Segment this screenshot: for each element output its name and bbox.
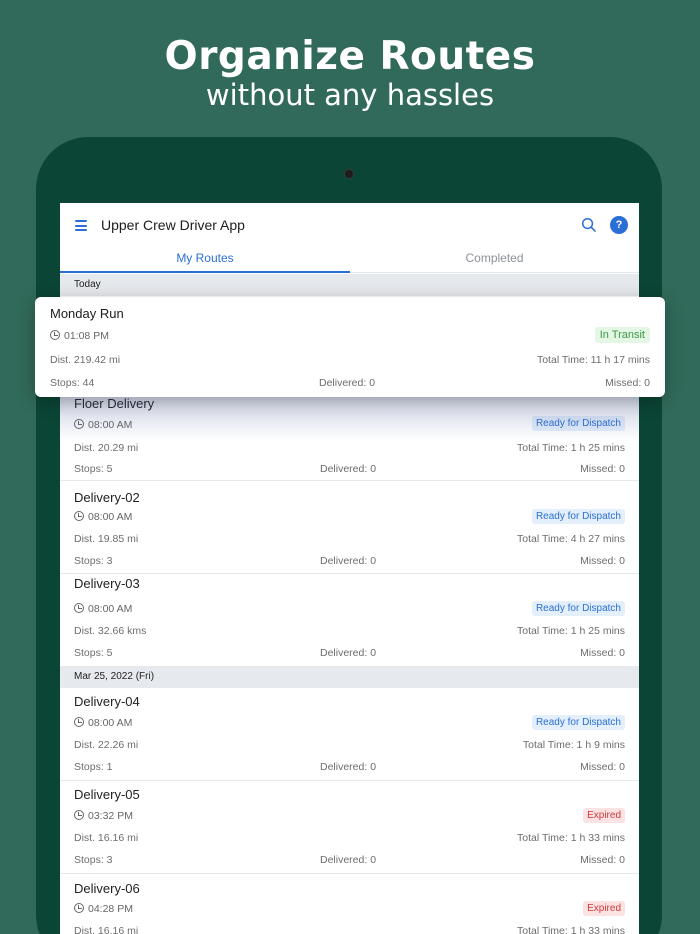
route-stops: Stops: 5: [74, 463, 113, 475]
hero-title: Organize Routes: [164, 34, 536, 79]
route-missed: Missed: 0: [580, 463, 625, 475]
route-distance: Dist. 16.16 mi: [74, 832, 139, 844]
route-card[interactable]: Delivery-02 08:00 AM Ready for Dispatch …: [60, 482, 639, 574]
route-stops: Stops: 3: [74, 555, 113, 567]
camera-icon: [344, 169, 354, 179]
route-delivered: Delivered: 0: [320, 761, 377, 773]
status-badge: Ready for Dispatch: [531, 715, 625, 730]
section-header-today: Today: [60, 274, 639, 296]
clock-icon: [74, 810, 84, 820]
active-tab-indicator: [60, 271, 350, 273]
route-distance: Dist. 32.66 kms: [74, 625, 147, 637]
status-badge: Expired: [583, 901, 625, 916]
route-name: Floer Delivery: [74, 396, 155, 411]
route-card[interactable]: Delivery-05 03:32 PM Expired Dist. 16.16…: [60, 781, 639, 874]
route-card[interactable]: Floer Delivery 08:00 AM Ready for Dispat…: [60, 391, 639, 481]
route-stops: Stops: 5: [74, 647, 113, 659]
route-name: Delivery-06: [74, 881, 140, 896]
route-stops: Stops: 3: [74, 854, 113, 866]
route-delivered: Delivered: 0: [320, 647, 377, 659]
status-badge: Ready for Dispatch: [531, 416, 625, 431]
search-icon[interactable]: [581, 217, 596, 232]
route-time: 01:08 PM: [50, 330, 109, 342]
tab-my-routes[interactable]: My Routes: [60, 251, 350, 265]
route-total-time: Total Time: 1 h 25 mins: [517, 625, 625, 637]
route-delivered: Delivered: 0: [320, 555, 377, 567]
route-distance: Dist. 22.26 mi: [74, 739, 139, 751]
route-total-time: Total Time: 4 h 27 mins: [517, 533, 625, 545]
route-total-time: Total Time: 11 h 17 mins: [536, 354, 650, 366]
clock-icon: [74, 511, 84, 521]
route-total-time: Total Time: 1 h 33 mins: [517, 925, 625, 934]
route-time: 08:00 AM: [74, 717, 132, 729]
route-name: Delivery-05: [74, 787, 140, 802]
app-title: Upper Crew Driver App: [101, 217, 245, 233]
route-distance: Dist. 20.29 mi: [74, 442, 139, 454]
route-time: 08:00 AM: [74, 419, 132, 431]
route-time: 08:00 AM: [74, 603, 132, 615]
route-name: Delivery-04: [74, 694, 140, 709]
route-delivered: Delivered: 0: [320, 854, 377, 866]
route-missed: Missed: 0: [580, 761, 625, 773]
help-icon[interactable]: ?: [610, 216, 628, 234]
status-badge: Ready for Dispatch: [531, 509, 625, 524]
route-card[interactable]: Delivery-03 08:00 AM Ready for Dispatch …: [60, 574, 639, 666]
route-total-time: Total Time: 1 h 33 mins: [517, 832, 625, 844]
route-time: 04:28 PM: [74, 903, 133, 915]
status-badge: Ready for Dispatch: [531, 601, 625, 616]
clock-icon: [74, 903, 84, 913]
route-missed: Missed: 0: [580, 854, 625, 866]
route-stops: Stops: 44: [50, 377, 95, 389]
route-distance: Dist. 219.42 mi: [50, 354, 121, 366]
highlighted-route-card[interactable]: Monday Run 01:08 PM In Transit Dist. 219…: [35, 297, 665, 397]
route-total-time: Total Time: 1 h 9 mins: [522, 739, 625, 751]
route-delivered: Delivered: 0: [320, 463, 377, 475]
route-distance: Dist. 16.16 mi: [74, 925, 139, 934]
tab-bar: My Routes Completed: [60, 247, 639, 273]
section-header-date: Mar 25, 2022 (Fri): [60, 666, 639, 688]
route-stops: Stops: 1: [74, 761, 113, 773]
route-card[interactable]: Delivery-04 08:00 AM Ready for Dispatch …: [60, 688, 639, 781]
app-bar: Upper Crew Driver App ?: [60, 203, 639, 247]
route-name: Monday Run: [50, 306, 124, 321]
route-total-time: Total Time: 1 h 25 mins: [517, 442, 625, 454]
route-name: Delivery-02: [74, 490, 140, 505]
route-distance: Dist. 19.85 mi: [74, 533, 139, 545]
route-missed: Missed: 0: [580, 555, 625, 567]
route-name: Delivery-03: [74, 576, 140, 591]
route-missed: Missed: 0: [580, 647, 625, 659]
clock-icon: [74, 419, 84, 429]
clock-icon: [74, 717, 84, 727]
hero-subtitle: without any hassles: [205, 78, 495, 112]
route-time: 03:32 PM: [74, 810, 133, 822]
route-time: 08:00 AM: [74, 511, 132, 523]
tab-completed[interactable]: Completed: [350, 251, 639, 265]
clock-icon: [50, 330, 60, 340]
status-badge: In Transit: [594, 327, 650, 343]
route-missed: Missed: 0: [605, 377, 650, 389]
route-delivered: Delivered: 0: [319, 377, 376, 389]
clock-icon: [74, 603, 84, 613]
route-card[interactable]: Delivery-06 04:28 PM Expired Dist. 16.16…: [60, 874, 639, 934]
hamburger-menu-icon[interactable]: [75, 220, 87, 231]
status-badge: Expired: [583, 808, 625, 823]
